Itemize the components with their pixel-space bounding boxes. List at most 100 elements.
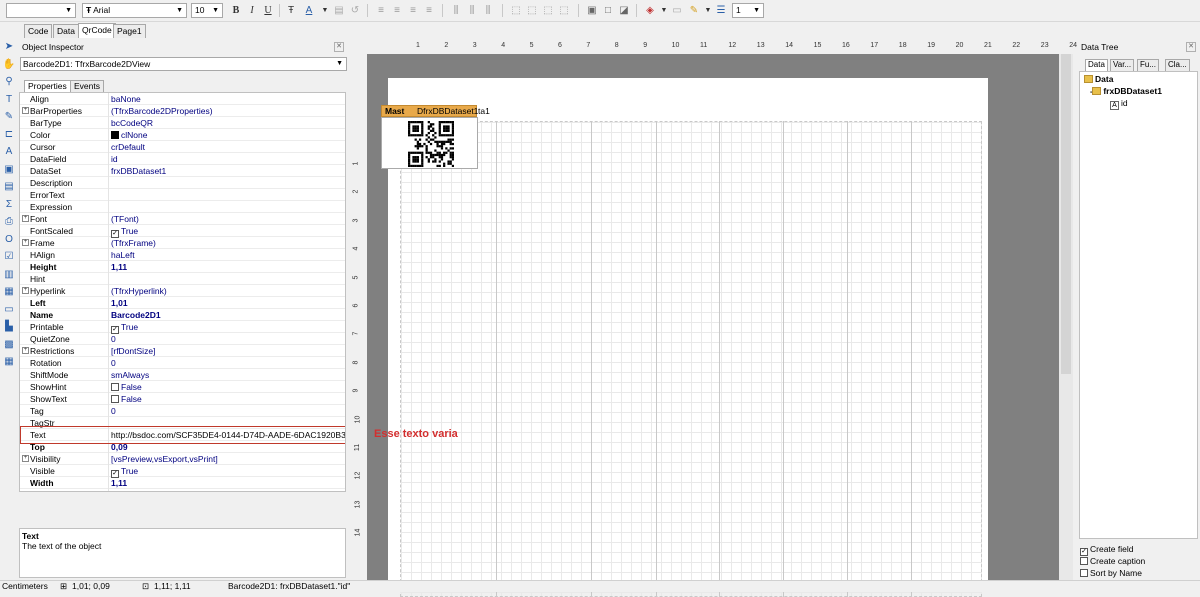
tab-data-tree-functions[interactable]: Fu... [1137, 59, 1160, 71]
property-value[interactable]: 0 [111, 357, 116, 369]
valign-top-icon[interactable]: ⫼ [449, 3, 463, 18]
hand-icon[interactable]: ✋ [2, 58, 16, 72]
property-value[interactable]: clNone [111, 129, 147, 141]
expand-icon[interactable]: + [22, 347, 29, 354]
checkbox-unchecked[interactable] [111, 383, 119, 391]
frame-style-icon[interactable]: ☰ [714, 3, 728, 18]
property-value[interactable]: 1 [111, 489, 116, 491]
align-left-icon[interactable]: ≡ [374, 3, 388, 18]
valign-bottom-icon[interactable]: ⫼ [481, 3, 495, 18]
property-value[interactable]: bcCodeQR [111, 117, 153, 129]
property-value[interactable]: haLeft [111, 249, 135, 261]
property-row-shiftmode[interactable]: ShiftMode smAlways [20, 369, 345, 381]
tree-node-dataset[interactable]: - frxDBDataset1 [1090, 86, 1162, 98]
align-right-icon[interactable]: ≡ [406, 3, 420, 18]
checkbox-icon[interactable]: ☑ [2, 250, 16, 264]
property-row-fontscaled[interactable]: FontScaled ✓ True [20, 225, 345, 238]
create-field-checkbox[interactable]: ✓ Create field [1080, 544, 1133, 556]
style-combo[interactable]: ▼ [6, 3, 76, 18]
property-value[interactable]: 1,01 [111, 297, 128, 309]
property-value[interactable]: 0 [111, 333, 116, 345]
tab-events[interactable]: Events [70, 80, 104, 92]
property-row-color[interactable]: Color clNone [20, 129, 345, 141]
property-row-dataset[interactable]: DataSet frxDBDataset1 [20, 165, 345, 177]
property-row-description[interactable]: Description [20, 177, 345, 189]
property-row-width[interactable]: Width 1,11 [20, 477, 345, 489]
property-value[interactable]: False [111, 393, 142, 405]
sort-by-name-checkbox[interactable]: Sort by Name [1080, 568, 1142, 578]
underline-button[interactable]: U [261, 3, 275, 18]
property-row-align[interactable]: Align baNone [20, 93, 345, 105]
text-highlight-button[interactable]: Ŧ [284, 3, 298, 18]
chevron-down-icon[interactable]: ▼ [318, 3, 332, 18]
fill-editor-icon[interactable]: ▭ [670, 3, 684, 18]
text-tool-icon[interactable]: T [2, 93, 16, 107]
tab-properties[interactable]: Properties [24, 80, 71, 92]
master-data-band[interactable]: Mast DfrxDBDataset1 ta1 [381, 105, 490, 117]
shape-icon[interactable]: ▭ [2, 303, 16, 317]
ole-icon[interactable]: O [2, 233, 16, 247]
property-row-rotation[interactable]: Rotation 0 [20, 357, 345, 369]
zoom-icon[interactable]: ⚲ [2, 75, 16, 89]
close-icon[interactable]: ✕ [334, 42, 344, 52]
property-row-bartype[interactable]: BarType bcCodeQR [20, 117, 345, 129]
property-row-restrictions[interactable]: + Restrictions [rfDontSize] [20, 345, 345, 357]
expand-icon[interactable]: + [22, 107, 29, 114]
text-object-icon[interactable]: A [2, 145, 16, 159]
report-page[interactable] [388, 78, 988, 597]
property-value[interactable]: crDefault [111, 141, 145, 153]
property-row-datafield[interactable]: DataField id [20, 153, 345, 165]
sum-icon[interactable]: Σ [2, 198, 16, 212]
align-center-icon[interactable]: ≡ [390, 3, 404, 18]
diagram-icon[interactable]: ▙ [2, 320, 16, 334]
font-color-button[interactable]: A [302, 3, 316, 18]
arrow-select-icon[interactable]: ➤ [2, 40, 16, 54]
property-value[interactable]: [rfDontSize] [111, 345, 155, 357]
property-value[interactable]: (TFont) [111, 213, 139, 225]
property-row-frame[interactable]: + Frame (TfrxFrame) [20, 237, 345, 249]
frame-top-icon[interactable]: ⬚ [509, 3, 523, 18]
tab-data-tree-classes[interactable]: Cla... [1165, 59, 1190, 71]
align-justify-icon[interactable]: ≡ [422, 3, 436, 18]
property-row-name[interactable]: Name Barcode2D1 [20, 309, 345, 321]
property-row-quietzone[interactable]: QuietZone 0 [20, 333, 345, 345]
expand-icon[interactable]: + [22, 455, 29, 462]
chevron-down-icon[interactable]: ▼ [701, 3, 715, 18]
frame-none-icon[interactable]: □ [601, 3, 615, 18]
tab-data[interactable]: Data [53, 24, 79, 38]
property-row-showhint[interactable]: ShowHint False [20, 381, 345, 393]
fill-color-icon[interactable]: ◈ [643, 3, 657, 18]
frame-width-combo[interactable]: 1 ▼ [732, 3, 764, 18]
valign-center-icon[interactable]: ⫼ [465, 3, 479, 18]
property-row-errortext[interactable]: ErrorText [20, 189, 345, 201]
frame-right-icon[interactable]: ⬚ [557, 3, 571, 18]
chart-icon[interactable]: ▥ [2, 268, 16, 282]
subreport-icon[interactable]: ▤ [2, 180, 16, 194]
close-icon[interactable]: ✕ [1186, 42, 1196, 52]
property-value[interactable]: (TfrxHyperlink) [111, 285, 167, 297]
frame-all-icon[interactable]: ▣ [585, 3, 599, 18]
property-row-zoom[interactable]: Zoom 1 [20, 489, 345, 491]
expand-icon[interactable]: + [22, 239, 29, 246]
frame-left-icon[interactable]: ⬚ [541, 3, 555, 18]
tab-code[interactable]: Code [24, 24, 53, 38]
property-value[interactable]: (TfrxBarcode2DProperties) [111, 105, 213, 117]
bold-button[interactable]: B [229, 3, 243, 18]
property-value[interactable]: id [111, 153, 118, 165]
barcode-icon[interactable]: ▦ [2, 285, 16, 299]
vertical-scrollbar[interactable] [1059, 54, 1073, 580]
property-row-hint[interactable]: Hint [20, 273, 345, 285]
property-row-cursor[interactable]: Cursor crDefault [20, 141, 345, 153]
tab-qrcode[interactable]: QrCode [78, 23, 116, 38]
shadow-icon[interactable]: ◪ [617, 3, 631, 18]
checkbox-unchecked[interactable] [111, 395, 119, 403]
property-row-barproperties[interactable]: + BarProperties (TfrxBarcode2DProperties) [20, 105, 345, 117]
tab-data-tree-variables[interactable]: Var... [1110, 59, 1135, 71]
property-value[interactable]: 0 [111, 405, 116, 417]
expand-icon[interactable]: + [22, 215, 29, 222]
property-row-showtext[interactable]: ShowText False [20, 393, 345, 405]
property-value[interactable]: baNone [111, 93, 141, 105]
property-value[interactable]: False [111, 381, 142, 393]
tree-node-field[interactable]: Aid [1110, 98, 1128, 110]
property-row-height[interactable]: Height 1,11 [20, 261, 345, 273]
